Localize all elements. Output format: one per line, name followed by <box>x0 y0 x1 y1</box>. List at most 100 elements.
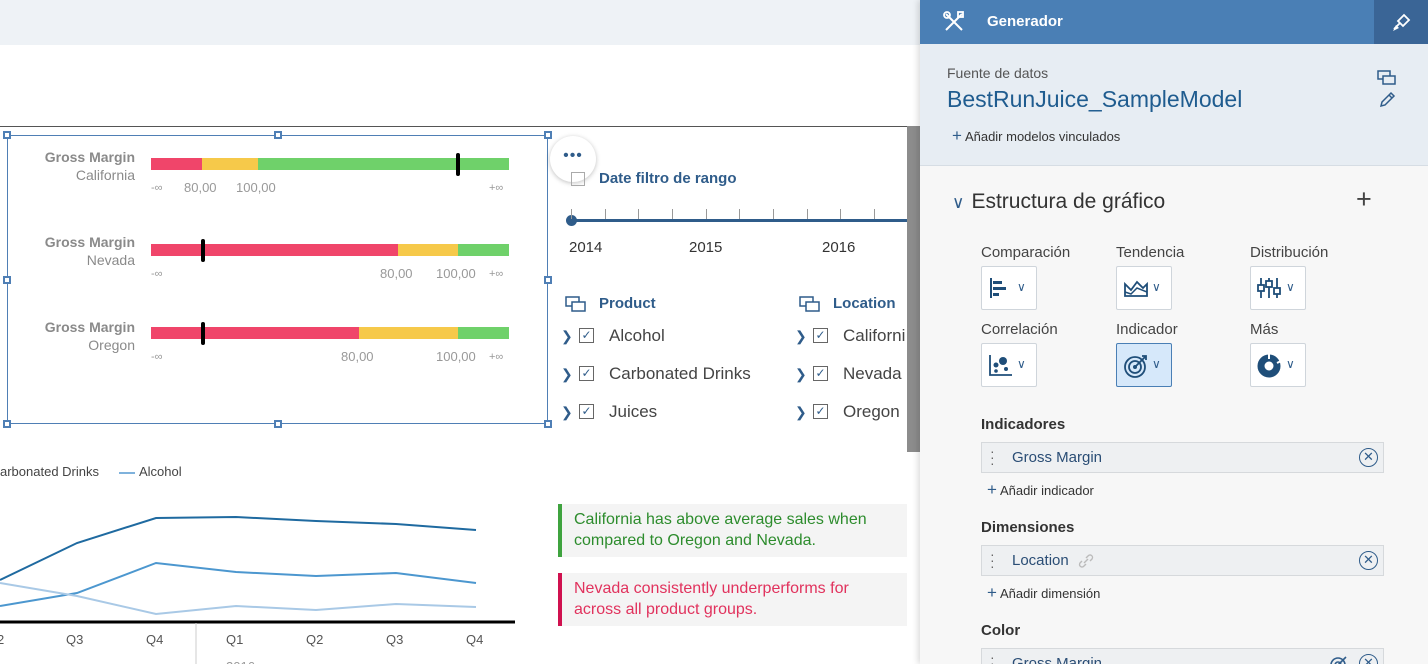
chart-type-distribution-button[interactable]: ∨ <box>1250 266 1306 310</box>
commentary-positive[interactable]: California has above average sales when … <box>558 504 907 557</box>
filter-item-label: Alcohol <box>609 326 665 345</box>
tick-label: +∞ <box>489 182 504 194</box>
add-linked-models-link[interactable]: + Añadir modelos vinculados <box>952 126 1120 146</box>
filter-item-label: Juices <box>609 402 658 421</box>
filter-title: Product <box>599 295 656 312</box>
indicator-token[interactable]: · · · Gross Margin ✕ <box>981 442 1384 473</box>
band-low <box>151 244 398 256</box>
filter-item-label: Carbonated Drinks <box>609 364 751 383</box>
add-icon[interactable]: + <box>1356 184 1372 215</box>
checkbox-checked-icon[interactable]: ✓ <box>579 328 594 343</box>
dimension-token[interactable]: · · · Location ✕ <box>981 545 1384 576</box>
type-label: Distribución <box>1250 244 1329 261</box>
commentary-negative[interactable]: Nevada consistently underperforms for ac… <box>558 573 907 626</box>
tick-label: +∞ <box>489 268 504 280</box>
checkbox-checked-icon[interactable]: ✓ <box>813 366 828 381</box>
tick-label: +∞ <box>489 351 504 363</box>
drag-handle-icon[interactable]: ··· <box>990 650 995 664</box>
bullet-dimension: Nevada <box>86 252 135 268</box>
color-picker-icon[interactable] <box>1329 654 1349 664</box>
drag-handle-icon[interactable]: ··· <box>990 547 995 573</box>
legend-entry: arbonated Drinks <box>0 464 99 479</box>
color-token[interactable]: ··· Gross Margin ✕ <box>981 648 1384 664</box>
chart-structure-title: Estructura de gráfico <box>971 190 1166 213</box>
resize-handle-bottom-left[interactable] <box>3 420 11 428</box>
drag-handle-icon[interactable]: ··· <box>990 444 995 470</box>
remove-icon[interactable]: ✕ <box>1359 551 1378 570</box>
chart-type-comparison-button[interactable]: ∨ <box>981 266 1037 310</box>
type-label: Comparación <box>981 244 1071 261</box>
chart-type-more-button[interactable]: ∨ <box>1250 343 1306 387</box>
add-indicator-link[interactable]: + Añadir indicador <box>987 480 1094 500</box>
year-label: 2015 <box>689 239 723 256</box>
chart-type-indicator-button[interactable]: ∨ <box>1116 343 1172 387</box>
chevron-right-icon[interactable]: ❯ <box>561 404 573 421</box>
bullet-bar[interactable]: -∞ 80,00 100,00 +∞ <box>151 322 509 364</box>
data-source-name[interactable]: BestRunJuice_SampleModel <box>947 86 1242 113</box>
bullet-chart-widget[interactable]: Gross Margin California -∞ 80,00 100,00 … <box>3 131 552 428</box>
chevron-right-icon[interactable]: ❯ <box>795 328 807 345</box>
slider-tick <box>739 209 740 219</box>
color-label: Color <box>981 622 1021 639</box>
chevron-right-icon[interactable]: ❯ <box>561 328 573 345</box>
tick-label: 100,00 <box>236 180 276 195</box>
add-dimension-link[interactable]: + Añadir dimensión <box>987 583 1100 603</box>
chart-type-correlation-button[interactable]: ∨ <box>981 343 1037 387</box>
filter-checkbox[interactable] <box>571 172 585 186</box>
checkbox-checked-icon[interactable]: ✓ <box>813 328 828 343</box>
bullet-bar[interactable]: -∞ 80,00 100,00 +∞ <box>151 153 509 195</box>
dimensions-label: Dimensiones <box>981 519 1075 536</box>
checkbox-checked-icon[interactable]: ✓ <box>579 404 594 419</box>
band-mid <box>202 158 258 170</box>
tick-label: 80,00 <box>380 266 413 281</box>
slider-tick <box>605 209 606 219</box>
remove-icon[interactable]: ✕ <box>1359 654 1378 664</box>
line-chart[interactable]: 2 Q3 Q4 Q1 Q2 Q3 Q4 2016 <box>0 490 520 664</box>
bullet-measure: Gross Margin <box>44 149 135 165</box>
chevron-right-icon[interactable]: ❯ <box>561 366 573 383</box>
page-divider <box>0 126 908 127</box>
input-control-icon <box>565 296 586 312</box>
token-label: Gross Margin <box>1012 655 1103 664</box>
bullet-measure: Gross Margin <box>44 234 135 250</box>
actual-marker <box>201 322 205 345</box>
edit-pencil-icon[interactable] <box>1378 91 1396 109</box>
chevron-right-icon[interactable]: ❯ <box>795 404 807 421</box>
scatter-icon <box>989 355 1012 376</box>
bullet-measure: Gross Margin <box>44 319 135 335</box>
resize-handle-bottom[interactable] <box>274 420 282 428</box>
data-source-section: Fuente de datos BestRunJuice_SampleModel… <box>920 44 1428 166</box>
band-high <box>258 158 509 170</box>
bullet-bar[interactable]: -∞ 80,00 100,00 +∞ <box>151 239 509 281</box>
add-indicator-label: Añadir indicador <box>999 483 1094 498</box>
chevron-right-icon[interactable]: ❯ <box>795 366 807 383</box>
range-slider-track[interactable] <box>571 219 907 222</box>
filter-item-label: Californi <box>843 326 906 345</box>
slider-tick <box>571 209 572 219</box>
bullet-row-oregon: Gross Margin Oregon -∞ 80,00 100,00 +∞ <box>8 319 548 381</box>
remove-icon[interactable]: ✕ <box>1359 448 1378 467</box>
resize-handle-top-left[interactable] <box>3 131 11 139</box>
chevron-down-icon[interactable]: ∨ <box>952 193 964 213</box>
bullet-label: Gross Margin California <box>8 148 135 184</box>
input-control-icon <box>799 296 820 312</box>
canvas-scrollbar[interactable] <box>907 126 920 452</box>
linked-models-icon[interactable] <box>1377 70 1397 86</box>
token-label: Location <box>1012 552 1069 569</box>
checkbox-checked-icon[interactable]: ✓ <box>579 366 594 381</box>
resize-handle-top-right[interactable] <box>544 131 552 139</box>
checkbox-checked-icon[interactable]: ✓ <box>813 404 828 419</box>
chart-type-trend-button[interactable]: ∨ <box>1116 266 1172 310</box>
resize-handle-top[interactable] <box>274 131 282 139</box>
bar-chart-icon <box>990 278 1006 298</box>
type-label: Más <box>1250 321 1279 338</box>
donut-icon <box>1257 354 1282 378</box>
resize-handle-bottom-right[interactable] <box>544 420 552 428</box>
add-dimension-label: Añadir dimensión <box>999 586 1101 601</box>
year-label: 2016 <box>226 659 255 664</box>
chart-structure-header[interactable]: ∨ Estructura de gráfico <box>952 190 1165 214</box>
styling-tab[interactable] <box>1374 0 1428 44</box>
bullet-row-california: Gross Margin California -∞ 80,00 100,00 … <box>8 149 548 212</box>
x-tick-label: Q2 <box>306 632 323 647</box>
filter-title: Location <box>833 295 896 312</box>
